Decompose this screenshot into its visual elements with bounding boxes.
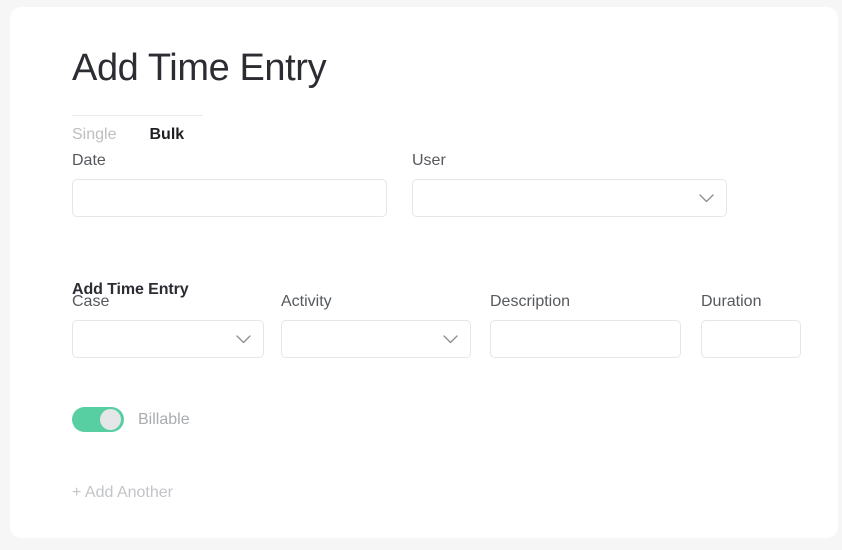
date-label: Date xyxy=(72,152,106,169)
case-select[interactable] xyxy=(72,320,264,358)
duration-input[interactable] xyxy=(701,320,801,358)
tab-list: Single Bulk xyxy=(72,124,184,146)
card-content: Add Time Entry Single Bulk Date User Add… xyxy=(62,31,838,538)
billable-row: Billable xyxy=(72,407,190,432)
tab-single[interactable]: Single xyxy=(72,124,116,146)
case-label: Case xyxy=(72,293,110,310)
user-select[interactable] xyxy=(412,179,727,217)
activity-select[interactable] xyxy=(281,320,471,358)
description-label: Description xyxy=(490,293,571,310)
billable-label: Billable xyxy=(138,410,190,428)
tab-bar-divider xyxy=(72,115,203,116)
date-input[interactable] xyxy=(72,179,387,217)
tab-bulk[interactable]: Bulk xyxy=(149,124,184,146)
duration-label: Duration xyxy=(701,293,762,310)
chevron-down-icon xyxy=(443,335,458,344)
page-title: Add Time Entry xyxy=(72,47,327,89)
user-label: User xyxy=(412,152,446,169)
chevron-down-icon xyxy=(699,194,714,203)
billable-toggle[interactable] xyxy=(72,407,124,432)
description-input[interactable] xyxy=(490,320,681,358)
toggle-knob xyxy=(100,409,121,430)
add-another-link[interactable]: + Add Another xyxy=(72,483,173,503)
activity-label: Activity xyxy=(281,293,332,310)
chevron-down-icon xyxy=(236,335,251,344)
add-time-entry-card: Add Time Entry Single Bulk Date User Add… xyxy=(10,7,838,538)
